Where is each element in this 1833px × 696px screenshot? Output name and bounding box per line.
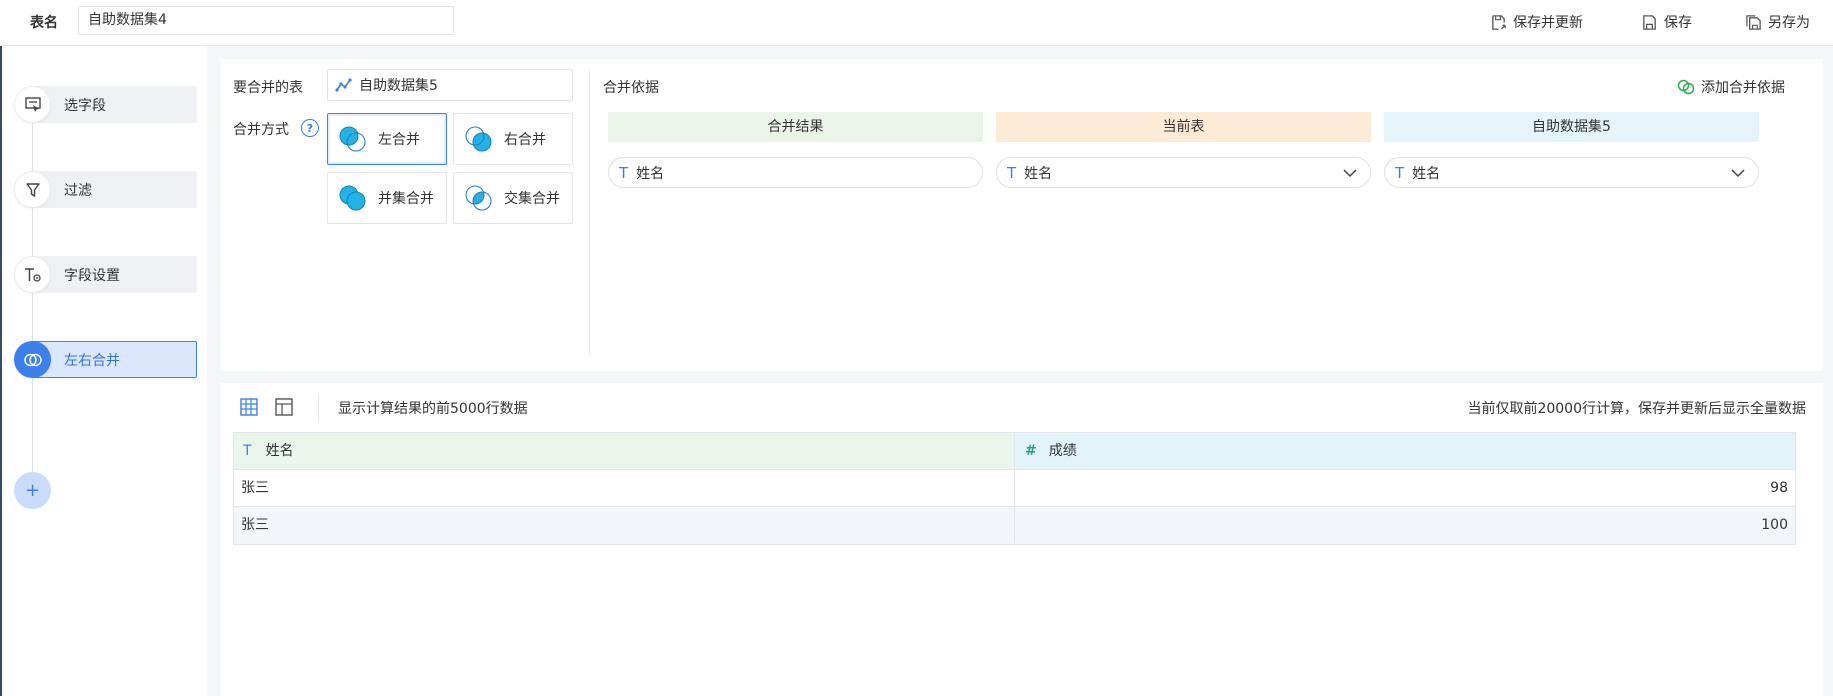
result-preview-panel: 显示计算结果的前5000行数据 当前仅取前20000行计算，保存并更新后显示全量… <box>221 383 1823 696</box>
other-table-header: 自助数据集5 <box>1384 112 1759 142</box>
right-merge-button[interactable]: 右合并 <box>453 113 573 165</box>
chevron-down-icon <box>1343 169 1357 178</box>
save-as-label: 另存为 <box>1768 15 1810 31</box>
step-rail: 选字段 过滤 字段设置 左右合并 + <box>0 46 207 696</box>
toolbar-divider <box>318 395 319 421</box>
filter-icon <box>14 171 51 208</box>
merge-basis-title: 合并依据 <box>603 80 659 96</box>
chevron-down-icon <box>1731 169 1745 178</box>
number-type-icon: # <box>1025 443 1037 459</box>
step-label: 选字段 <box>64 98 106 114</box>
table-cell: 张三 <box>234 470 1015 506</box>
add-basis-label: 添加合并依据 <box>1701 80 1785 96</box>
add-step-button[interactable]: + <box>14 472 51 509</box>
merge-config-panel: 要合并的表 自助数据集5 合并方式 ? 左合并 右合并 并集合并 交集合并 合并… <box>221 59 1823 371</box>
step-connector-line <box>32 106 33 492</box>
help-icon[interactable]: ? <box>301 119 319 137</box>
merge-result-field-input[interactable]: T 姓名 <box>608 157 983 188</box>
merge-mode-label: 合并方式 <box>233 122 289 138</box>
column-header-label: 姓名 <box>265 443 294 459</box>
field-value: 姓名 <box>1412 165 1441 182</box>
step-select-fields[interactable]: 选字段 <box>14 86 199 123</box>
text-type-icon: T <box>1007 163 1017 182</box>
field-select-icon <box>14 86 51 123</box>
left-merge-label: 左合并 <box>378 132 420 148</box>
field-value: 姓名 <box>1024 165 1053 182</box>
table-name-label: 表名 <box>30 15 58 31</box>
step-pill <box>32 86 197 123</box>
table-cell: 张三 <box>234 507 1015 543</box>
layout-view-icon[interactable] <box>274 397 294 417</box>
merge-table-label: 要合并的表 <box>233 80 303 96</box>
table-header-row: T 姓名 # 成绩 <box>234 433 1795 470</box>
merge-icon <box>14 341 51 378</box>
save-button[interactable]: 保存 <box>1641 12 1692 32</box>
merge-table-value: 自助数据集5 <box>359 78 438 94</box>
current-table-header: 当前表 <box>996 112 1371 142</box>
table-row: 张三 100 <box>234 507 1795 544</box>
step-label: 左右合并 <box>64 353 120 369</box>
result-table: T 姓名 # 成绩 张三 98 张三 100 <box>233 432 1796 545</box>
right-merge-icon <box>465 126 492 152</box>
column-header-name[interactable]: T 姓名 <box>234 433 1015 469</box>
step-label: 过滤 <box>64 183 92 199</box>
dataset-icon <box>335 78 352 92</box>
current-table-field-select[interactable]: T 姓名 <box>996 157 1371 188</box>
column-header-label: 成绩 <box>1048 443 1077 459</box>
intersect-merge-label: 交集合并 <box>504 191 560 207</box>
calculation-note-text: 当前仅取前20000行计算，保存并更新后显示全量数据 <box>1467 401 1806 417</box>
union-merge-button[interactable]: 并集合并 <box>327 172 447 224</box>
step-label: 字段设置 <box>64 268 120 284</box>
save-label: 保存 <box>1664 15 1692 31</box>
text-type-icon: T <box>619 163 629 182</box>
merge-result-header: 合并结果 <box>608 112 983 142</box>
step-field-settings[interactable]: 字段设置 <box>14 256 199 293</box>
top-bar: 表名 自助数据集4 保存并更新 保存 另存为 <box>0 0 1833 46</box>
intersect-merge-icon <box>465 185 492 211</box>
left-merge-icon <box>339 126 366 152</box>
union-merge-label: 并集合并 <box>378 191 434 207</box>
column-header-score[interactable]: # 成绩 <box>1015 433 1795 469</box>
save-and-update-label: 保存并更新 <box>1513 15 1583 31</box>
table-cell: 100 <box>1761 517 1788 533</box>
table-cell: 98 <box>1770 480 1788 496</box>
left-merge-button[interactable]: 左合并 <box>327 113 447 165</box>
union-merge-icon <box>339 185 366 211</box>
table-row: 张三 98 <box>234 470 1795 507</box>
config-divider <box>589 69 590 357</box>
table-name-input[interactable]: 自助数据集4 <box>78 6 454 35</box>
step-left-right-merge[interactable]: 左右合并 <box>14 341 199 378</box>
text-type-icon: T <box>243 443 252 459</box>
step-filter[interactable]: 过滤 <box>14 171 199 208</box>
merge-table-selector[interactable]: 自助数据集5 <box>327 69 573 101</box>
add-merge-basis-button[interactable]: 添加合并依据 <box>1677 77 1785 97</box>
field-settings-icon <box>14 256 51 293</box>
save-as-icon <box>1746 14 1761 30</box>
step-pill <box>32 171 197 208</box>
save-icon <box>1643 14 1656 30</box>
preview-info-text: 显示计算结果的前5000行数据 <box>338 401 528 417</box>
save-as-button[interactable]: 另存为 <box>1745 12 1810 32</box>
right-merge-label: 右合并 <box>504 132 546 148</box>
text-type-icon: T <box>1395 163 1405 182</box>
grid-view-icon[interactable] <box>239 397 259 417</box>
intersect-merge-button[interactable]: 交集合并 <box>453 172 573 224</box>
field-value: 姓名 <box>636 165 665 182</box>
add-basis-icon <box>1677 79 1695 95</box>
save-update-icon <box>1492 14 1506 30</box>
save-and-update-button[interactable]: 保存并更新 <box>1490 12 1583 32</box>
other-table-field-select[interactable]: T 姓名 <box>1384 157 1759 188</box>
